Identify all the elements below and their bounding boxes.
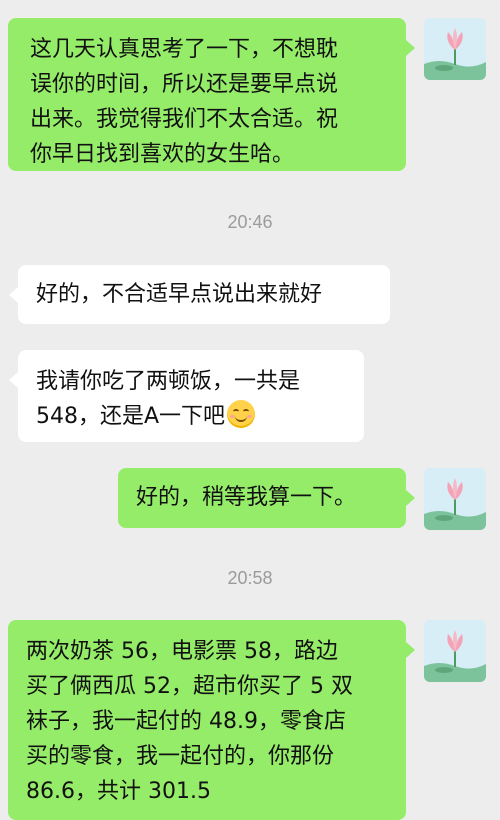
message-bubble-received[interactable]: 我请你吃了两顿饭，一共是 548，还是A一下吧 [18,350,364,442]
bubble-tail [406,642,415,658]
bubble-tail [406,40,415,56]
message-text: 好的，不合适早点说出来就好 [36,282,323,307]
timestamp: 20:46 [227,212,273,232]
smiling-face-icon [227,400,256,428]
timestamp: 20:58 [227,568,273,588]
message-bubble-sent[interactable]: 这几天认真思考了一下，不想耽 误你的时间，所以还是要早点说 出来。我觉得我们不太… [8,18,406,171]
message-bubble-received[interactable]: 好的，不合适早点说出来就好 [18,265,390,324]
lotus-avatar-icon [424,468,486,530]
lotus-avatar-icon [424,620,486,682]
avatar[interactable] [424,18,486,80]
bubble-tail [406,490,415,506]
message-bubble-sent[interactable]: 好的，稍等我算一下。 [118,468,406,528]
avatar[interactable] [424,468,486,530]
message-text: 两次奶茶 56，电影票 58，路边 买了俩西瓜 52，超市你买了 5 双 袜子，… [26,639,353,804]
message-text: 我请你吃了两顿饭，一共是 548，还是A一下吧 [36,369,301,429]
avatar[interactable] [424,620,486,682]
bubble-tail [9,372,18,388]
message-text: 好的，稍等我算一下。 [136,485,357,510]
message-bubble-sent[interactable]: 两次奶茶 56，电影票 58，路边 买了俩西瓜 52，超市你买了 5 双 袜子，… [8,620,406,820]
lotus-avatar-icon [424,18,486,80]
message-text: 这几天认真思考了一下，不想耽 误你的时间，所以还是要早点说 出来。我觉得我们不太… [30,37,339,167]
bubble-tail [9,287,18,303]
